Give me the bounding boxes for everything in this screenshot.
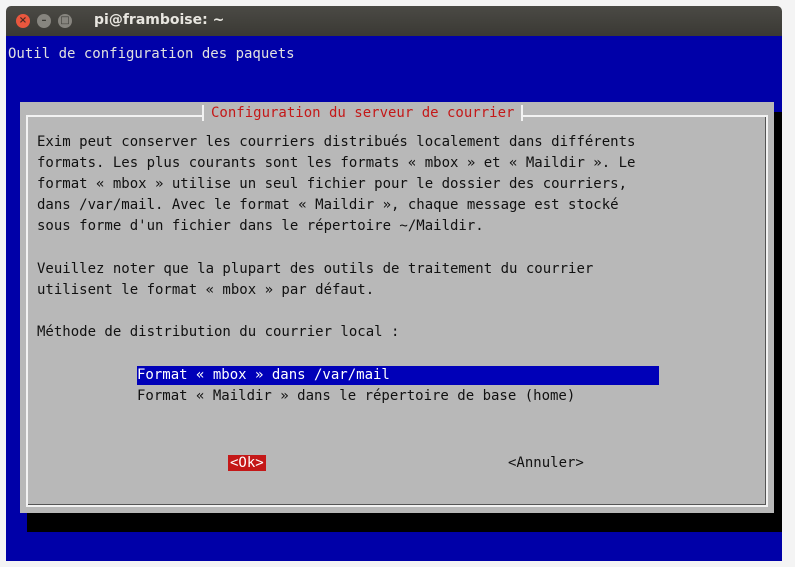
window-title: pi@framboise: ~ — [94, 12, 225, 28]
description-line: sous forme d'un fichier dans le répertoi… — [37, 218, 484, 234]
backtitle: Outil de configuration des paquets — [8, 46, 295, 62]
description-line: formats. Les plus courants sont les form… — [37, 155, 636, 171]
close-icon[interactable]: × — [16, 14, 30, 28]
dialog-border — [26, 115, 768, 507]
minimize-icon[interactable]: – — [37, 14, 51, 28]
cancel-button[interactable]: <Annuler> — [508, 455, 584, 471]
description-line: Exim peut conserver les courriers distri… — [37, 134, 636, 150]
note-line: utilisent le format « mbox » par défaut. — [37, 282, 375, 298]
note-line: Veuillez noter que la plupart des outils… — [37, 261, 594, 277]
window-titlebar[interactable]: × – □ pi@framboise: ~ — [6, 6, 782, 36]
dialog-shadow-right — [774, 112, 782, 513]
description-line: dans /var/mail. Avec le format « Maildir… — [37, 197, 619, 213]
description-line: format « mbox » utilise un seul fichier … — [37, 176, 628, 192]
option-mbox[interactable]: Format « mbox » dans /var/mail — [137, 366, 659, 385]
delivery-method-prompt: Méthode de distribution du courrier loca… — [37, 324, 400, 340]
mail-config-dialog: Configuration du serveur de courrier Exi… — [20, 102, 774, 513]
dialog-title: Configuration du serveur de courrier — [202, 105, 524, 121]
ok-button[interactable]: <Ok> — [228, 455, 266, 471]
terminal-window: × – □ pi@framboise: ~ Outil de configura… — [6, 6, 782, 561]
maximize-icon[interactable]: □ — [58, 14, 72, 28]
terminal-screen: Outil de configuration des paquets Confi… — [6, 36, 782, 561]
dialog-shadow-bottom — [27, 513, 782, 532]
option-maildir[interactable]: Format « Maildir » dans le répertoire de… — [137, 387, 575, 406]
